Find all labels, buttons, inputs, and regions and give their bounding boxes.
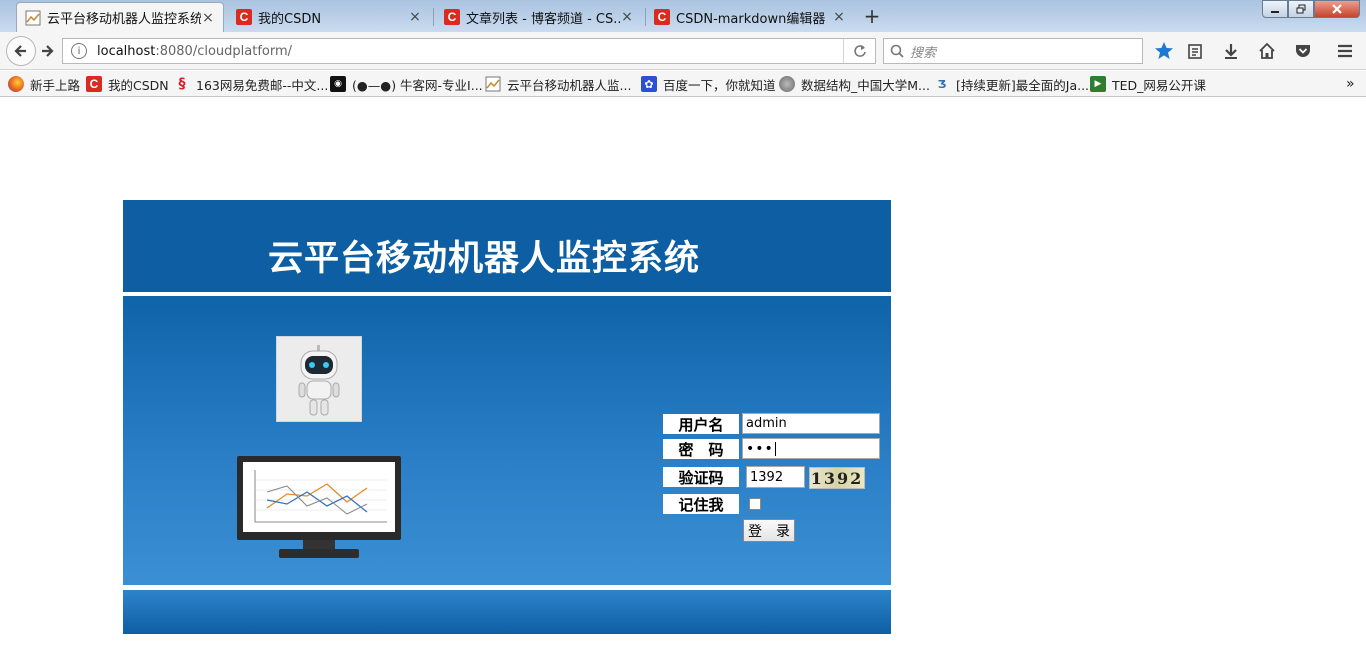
site-icon: Ʒ <box>937 77 947 91</box>
bookmark-star-button[interactable] <box>1153 40 1175 62</box>
password-label: 密 码 <box>663 439 739 459</box>
csdn-icon: C <box>86 76 102 92</box>
page-footer <box>123 590 891 634</box>
maximize-button[interactable] <box>1288 0 1314 18</box>
info-icon[interactable]: i <box>71 43 87 59</box>
bookmark-item[interactable]: ◉ (●—●) 牛客网-专业I... <box>330 75 483 93</box>
tab-title: 云平台移动机器人监控系统 <box>47 12 201 27</box>
address-bar[interactable]: i localhost:8080/cloudplatform/ <box>62 38 876 64</box>
page-title: 云平台移动机器人监控系统 <box>268 239 701 279</box>
page-icon <box>25 10 41 26</box>
tab-bar: 云平台移动机器人监控系统 × C 我的CSDN × C 文章列表 - 博客频道 … <box>0 0 1366 32</box>
username-label: 用户名 <box>663 414 739 434</box>
ted-play-icon: ▶ <box>1090 76 1106 92</box>
close-tab-icon[interactable]: × <box>408 9 422 25</box>
reading-list-button[interactable] <box>1184 40 1206 62</box>
hamburger-menu-icon <box>1338 44 1352 58</box>
bookmark-label: 云平台移动机器人监... <box>507 77 632 93</box>
csdn-icon: C <box>654 9 670 25</box>
bookmark-label: (●—●) 牛客网-专业I... <box>352 77 483 93</box>
password-input[interactable]: ••• <box>742 438 880 459</box>
tab-title: 文章列表 - 博客频道 - CS... <box>466 11 620 27</box>
tab-my-csdn[interactable]: C 我的CSDN × <box>228 2 430 32</box>
search-placeholder: 搜索 <box>910 45 937 61</box>
back-button[interactable] <box>6 36 36 66</box>
home-icon <box>1259 42 1275 59</box>
robot-image <box>276 336 362 422</box>
pocket-icon <box>1296 45 1310 57</box>
restore-icon <box>1296 4 1306 14</box>
close-tab-icon[interactable]: × <box>832 9 846 25</box>
download-icon <box>1225 44 1237 59</box>
bookmark-item[interactable]: ✿ 百度一下，你就知道 <box>641 75 776 93</box>
bookmark-item[interactable]: ▶ TED_网易公开课 <box>1090 75 1206 93</box>
bookmark-item[interactable]: § 163网易免费邮--中文... <box>174 75 329 93</box>
bookmark-label: TED_网易公开课 <box>1112 77 1206 93</box>
bookmark-item[interactable]: 新手上路 <box>8 75 80 93</box>
close-tab-icon[interactable]: × <box>201 10 215 26</box>
bookmark-item[interactable]: 数据结构_中国大学M... <box>779 75 930 93</box>
nowcoder-icon: ◉ <box>330 76 346 92</box>
login-button[interactable]: 登 录 <box>743 519 795 542</box>
captcha-label: 验证码 <box>663 467 739 487</box>
bookmark-label: 我的CSDN <box>108 77 169 93</box>
home-button[interactable] <box>1256 40 1278 62</box>
bookmarks-toolbar: 新手上路 C 我的CSDN § 163网易免费邮--中文... ◉ (●—●) … <box>0 71 1366 97</box>
firefox-icon <box>8 76 24 92</box>
back-arrow-icon <box>14 45 26 57</box>
captcha-image[interactable]: 1392 <box>809 467 865 489</box>
navigation-bar: i localhost:8080/cloudplatform/ 搜索 <box>0 32 1366 70</box>
bookmark-label: 数据结构_中国大学M... <box>801 77 930 93</box>
new-tab-button[interactable]: + <box>862 6 882 26</box>
page-header: 云平台移动机器人监控系统 <box>123 200 891 292</box>
search-icon <box>890 44 904 58</box>
tab-title: 我的CSDN <box>258 11 322 27</box>
bookmark-label: 新手上路 <box>30 77 81 93</box>
window-close-button[interactable] <box>1314 0 1360 18</box>
remember-checkbox[interactable] <box>749 498 761 510</box>
bookmark-item[interactable]: Ʒ [持续更新]最全面的Ja... <box>934 75 1089 93</box>
captcha-input[interactable]: 1392 <box>746 466 805 488</box>
globe-icon <box>779 76 795 92</box>
bookmarks-overflow-button[interactable]: » <box>1346 75 1355 93</box>
tab-title: CSDN-markdown编辑器 <box>676 11 826 27</box>
remember-label: 记住我 <box>663 494 739 514</box>
close-icon <box>1332 4 1342 14</box>
bookmark-label: 163网易免费邮--中文... <box>196 77 329 93</box>
minimize-icon <box>1271 11 1279 13</box>
downloads-button[interactable] <box>1220 40 1242 62</box>
page-icon <box>485 76 501 92</box>
clipboard-icon <box>1188 44 1202 59</box>
login-panel: 云平台移动机器人监控系统 用户名 admin 密 码 ••• 验证码 1392 … <box>123 200 891 634</box>
csdn-icon: C <box>444 9 460 25</box>
baidu-paw-icon: ✿ <box>641 76 657 92</box>
close-tab-icon[interactable]: × <box>620 9 634 25</box>
reload-icon <box>853 45 866 57</box>
tab-separator <box>433 8 434 26</box>
search-input[interactable]: 搜索 <box>883 38 1143 64</box>
url-path: :8080/cloudplatform/ <box>155 43 293 59</box>
bookmark-item[interactable]: C 我的CSDN <box>86 75 169 93</box>
forward-arrow-icon <box>42 45 54 57</box>
url-host: localhost <box>97 43 156 59</box>
netease-mail-icon: § <box>178 76 186 92</box>
menu-button[interactable] <box>1334 40 1356 62</box>
tab-cloud-platform[interactable]: 云平台移动机器人监控系统 × <box>16 2 224 32</box>
bookmark-label: [持续更新]最全面的Ja... <box>956 77 1090 93</box>
tab-article-list[interactable]: C 文章列表 - 博客频道 - CS... × <box>436 2 642 32</box>
pocket-button[interactable] <box>1292 40 1314 62</box>
monitor-chart-image <box>237 456 401 560</box>
csdn-icon: C <box>236 9 252 25</box>
tab-markdown-editor[interactable]: C CSDN-markdown编辑器 × <box>646 2 854 32</box>
reload-button[interactable] <box>843 39 875 63</box>
bookmark-label: 百度一下，你就知道 <box>663 77 776 93</box>
star-icon <box>1155 42 1173 59</box>
forward-button[interactable] <box>36 40 58 62</box>
username-input[interactable]: admin <box>742 413 880 434</box>
bookmark-item[interactable]: 云平台移动机器人监... <box>485 75 631 93</box>
minimize-button[interactable] <box>1262 0 1288 18</box>
